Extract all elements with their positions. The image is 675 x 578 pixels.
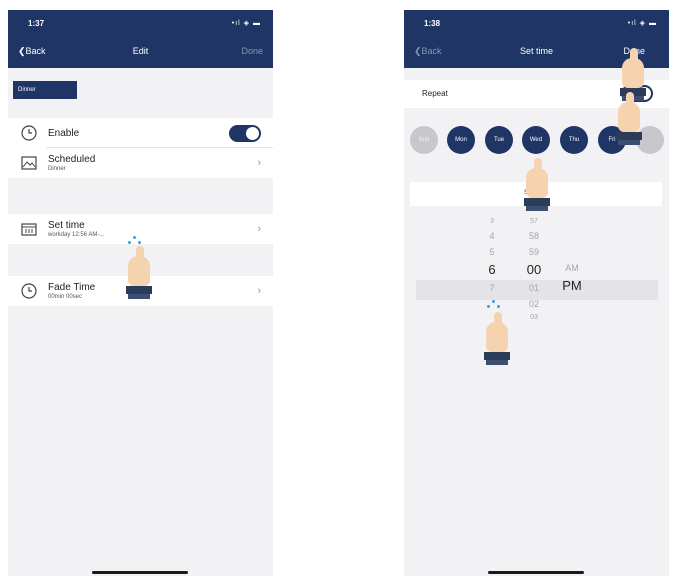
pointing-hand-icon — [482, 312, 512, 368]
scheduled-label: Scheduled — [48, 154, 96, 165]
minute-option: 57 — [530, 218, 538, 225]
day-wed[interactable]: Wed — [522, 126, 550, 154]
hour-option: 7 — [489, 283, 495, 293]
repeat-label: Repeat — [422, 89, 448, 98]
day-mon[interactable]: Mon — [447, 126, 475, 154]
tap-indicator-icon — [487, 300, 501, 310]
set-time-content: Repeat Sun Mon Tue Wed Thu Fri Se 3 4 5 … — [404, 48, 669, 576]
minute-option: 03 — [530, 314, 538, 321]
minute-option: 58 — [528, 231, 539, 241]
ampm-wheel[interactable]: AM PM — [552, 260, 592, 296]
nav-bar: 1:37 •ıl ◈ ▬ ❮Back Edit Done — [8, 10, 273, 68]
pointing-hand-icon — [522, 158, 552, 214]
ampm-selected: PM — [562, 278, 582, 293]
hour-selected: 6 — [488, 262, 496, 277]
day-tue[interactable]: Tue — [485, 126, 513, 154]
page-title: Edit — [132, 46, 149, 56]
minute-option: 01 — [528, 283, 539, 293]
chevron-right-icon: › — [257, 223, 261, 235]
scene-name-chip[interactable]: Dinner — [13, 81, 77, 99]
status-time: 1:38 — [424, 19, 441, 28]
ampm-option: AM — [565, 263, 579, 273]
image-icon — [20, 154, 38, 172]
phone-set-time-screen: 1:38 •ıl ◈ ▬ ❮Back Set time Done Repeat … — [404, 10, 669, 576]
scheduled-row[interactable]: Scheduled Dinner › — [8, 148, 273, 178]
hour-option: 4 — [489, 231, 495, 241]
set-time-label: Set time — [48, 220, 85, 231]
set-time-value: workday 12:56 AM-... — [48, 232, 105, 238]
fade-time-label: Fade Time — [48, 282, 96, 293]
pointing-hand-icon — [124, 246, 154, 302]
day-sun[interactable]: Sun — [410, 126, 438, 154]
minute-option: 02 — [528, 299, 539, 309]
minute-option: 59 — [528, 247, 539, 257]
hour-option: 5 — [489, 247, 495, 257]
hour-wheel[interactable]: 3 4 5 6 7 — [472, 216, 512, 296]
chevron-right-icon: › — [257, 157, 261, 169]
edit-content: Dinner Enable Scheduled Dinner › Set tim… — [8, 68, 273, 576]
hour-option: 3 — [490, 218, 494, 225]
enable-toggle[interactable] — [229, 125, 261, 142]
day-thu[interactable]: Thu — [560, 126, 588, 154]
time-picker[interactable]: 3 4 5 6 7 57 58 59 00 01 02 03 AM PM — [404, 216, 669, 366]
calendar-icon — [20, 220, 38, 238]
pointing-hand-icon — [614, 92, 644, 148]
tap-indicator-icon — [128, 236, 142, 246]
minute-selected: 00 — [526, 262, 542, 277]
minute-wheel[interactable]: 57 58 59 00 01 02 03 — [514, 216, 554, 324]
done-button[interactable]: Done — [241, 46, 263, 56]
fade-time-value: 00min 00sec — [48, 294, 83, 300]
clock-icon — [20, 124, 38, 142]
status-icons: •ıl ◈ ▬ — [627, 20, 657, 27]
enable-label: Enable — [48, 128, 80, 139]
clock-icon — [20, 282, 38, 300]
toggle-knob — [246, 127, 259, 140]
home-indicator — [92, 571, 188, 574]
scheduled-value: Dinner — [48, 166, 66, 172]
status-icons: •ıl ◈ ▬ — [231, 20, 261, 27]
status-time: 1:37 — [28, 19, 45, 28]
chevron-right-icon: › — [257, 285, 261, 297]
phone-edit-screen: 1:37 •ıl ◈ ▬ ❮Back Edit Done Dinner Enab… — [8, 10, 273, 576]
enable-row[interactable]: Enable — [8, 118, 273, 148]
home-indicator — [488, 571, 584, 574]
